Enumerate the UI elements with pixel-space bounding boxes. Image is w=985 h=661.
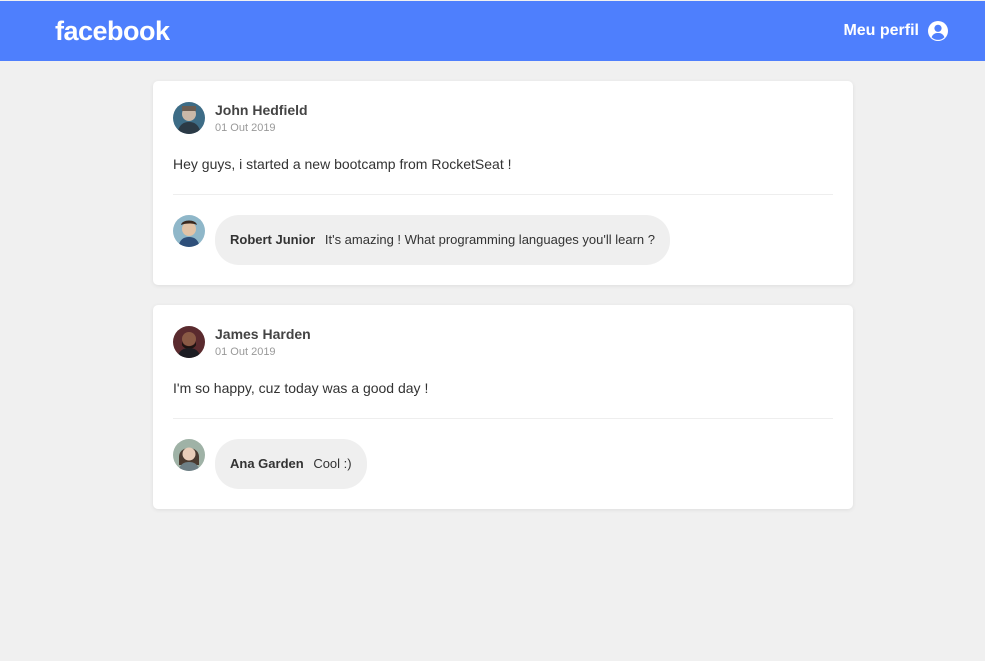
post-content: I'm so happy, cuz today was a good day !: [173, 380, 429, 396]
comment-bubble: Robert Junior It's amazing ! What progra…: [215, 215, 670, 265]
author-info: James Harden 01 Out 2019: [215, 325, 311, 359]
commenter-avatar[interactable]: [173, 439, 205, 471]
my-profile-label: Meu perfil: [843, 22, 919, 39]
comment-author[interactable]: Ana Garden: [230, 456, 304, 471]
author-info: John Hedfield 01 Out 2019: [215, 101, 308, 135]
comment: Robert Junior It's amazing ! What progra…: [173, 215, 833, 265]
my-profile-link[interactable]: Meu perfil: [843, 20, 949, 42]
divider: [173, 194, 833, 195]
post-card: John Hedfield 01 Out 2019 Hey guys, i st…: [153, 81, 853, 285]
author-name[interactable]: John Hedfield: [215, 101, 308, 119]
divider: [173, 418, 833, 419]
commenter-avatar[interactable]: [173, 215, 205, 247]
post-date: 01 Out 2019: [215, 122, 276, 134]
author-avatar[interactable]: [173, 102, 205, 134]
author-name[interactable]: James Harden: [215, 325, 311, 343]
top-navbar: facebook Meu perfil: [0, 1, 985, 61]
comment-text: Cool :): [313, 456, 352, 471]
post-header: James Harden 01 Out 2019: [173, 325, 833, 359]
post-date: 01 Out 2019: [215, 346, 276, 358]
author-avatar[interactable]: [173, 326, 205, 358]
post-header: John Hedfield 01 Out 2019: [173, 101, 833, 135]
post-feed: John Hedfield 01 Out 2019 Hey guys, i st…: [153, 81, 853, 529]
post-content: Hey guys, i started a new bootcamp from …: [173, 156, 512, 172]
comment-bubble: Ana Garden Cool :): [215, 439, 367, 489]
post-card: James Harden 01 Out 2019 I'm so happy, c…: [153, 305, 853, 509]
facebook-logo[interactable]: facebook: [55, 16, 170, 47]
comment-author[interactable]: Robert Junior: [230, 232, 315, 247]
comment-text: It's amazing ! What programming language…: [324, 232, 655, 247]
comment: Ana Garden Cool :): [173, 439, 833, 489]
user-circle-icon: [927, 20, 949, 42]
